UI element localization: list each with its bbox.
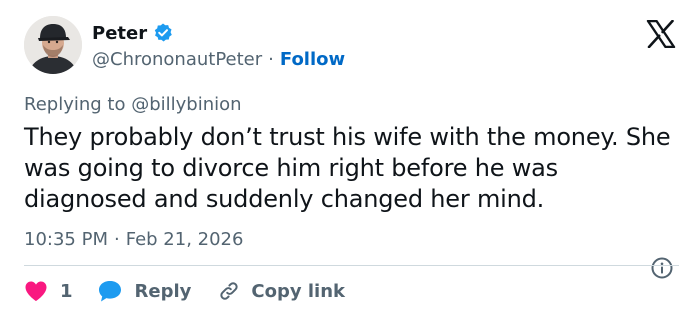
timestamp-separator: · xyxy=(113,228,120,250)
follow-button[interactable]: Follow xyxy=(280,49,345,70)
avatar-image xyxy=(24,16,82,74)
reply-mention-link[interactable]: @billybinion xyxy=(131,94,241,115)
reply-bubble-icon xyxy=(98,281,121,302)
divider xyxy=(24,265,679,266)
author-display-name[interactable]: Peter xyxy=(92,23,147,44)
copy-link-button[interactable]: Copy link xyxy=(217,279,345,303)
author-handle[interactable]: @ChrononautPeter xyxy=(92,49,262,70)
tweet-timestamp: 10:35 PM · Feb 21, 2026 xyxy=(24,227,243,251)
link-icon xyxy=(220,282,239,300)
replying-to-prefix: Replying to xyxy=(24,94,132,115)
heart-icon xyxy=(25,281,47,301)
x-logo-icon[interactable] xyxy=(646,19,676,49)
reply-button[interactable]: Reply xyxy=(97,279,192,303)
tweet-card: Peter @ChrononautPeter · Follow Replying… xyxy=(0,0,700,318)
replying-to-line: Replying to @billybinion xyxy=(24,94,242,115)
author-name-row: Peter xyxy=(92,21,174,45)
tweet-time[interactable]: 10:35 PM xyxy=(24,229,108,250)
reply-label: Reply xyxy=(134,280,192,302)
copy-link-label: Copy link xyxy=(251,280,345,302)
verified-badge-icon xyxy=(152,22,174,44)
author-handle-row: @ChrononautPeter · Follow xyxy=(92,47,345,71)
separator-dot: · xyxy=(268,48,274,70)
info-icon[interactable] xyxy=(650,256,674,280)
like-button[interactable]: 1 xyxy=(24,280,73,302)
tweet-text: They probably don’t trust his wife with … xyxy=(24,123,671,213)
tweet-actions: 1 Reply Copy link xyxy=(24,277,345,305)
avatar[interactable] xyxy=(24,16,82,74)
tweet-date[interactable]: Feb 21, 2026 xyxy=(126,229,244,250)
like-count: 1 xyxy=(60,280,73,302)
